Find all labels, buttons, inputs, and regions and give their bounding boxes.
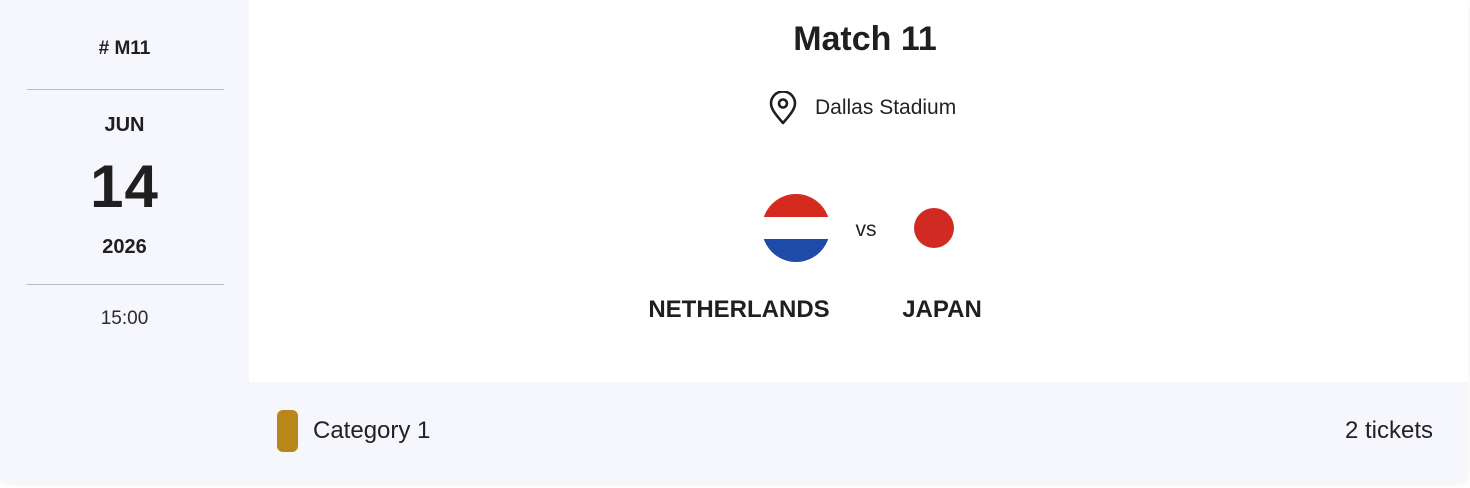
match-ticket-card[interactable]: # M11 JUN 14 2026 15:00 Match 11 Dallas …: [0, 0, 1468, 482]
date-column: # M11 JUN 14 2026 15:00: [0, 0, 249, 482]
match-details: Match 11 Dallas Stadium vs NETHERLANDS J…: [249, 0, 1468, 382]
match-year: 2026: [102, 236, 147, 258]
match-time: 15:00: [100, 308, 149, 329]
location-pin-icon: [769, 91, 797, 125]
match-title: Match 11: [793, 20, 937, 58]
ticket-count: 2 tickets: [1344, 417, 1433, 444]
home-team-name: NETHERLANDS: [648, 296, 830, 323]
match-day: 14: [90, 153, 159, 220]
japan-flag-icon: [900, 194, 968, 262]
match-month: JUN: [104, 114, 145, 136]
vs-label: vs: [855, 218, 877, 241]
match-code: # M11: [98, 38, 151, 59]
venue-name: Dallas Stadium: [815, 96, 957, 119]
divider: [27, 89, 224, 90]
category-label: Category 1: [313, 417, 431, 444]
ticket-footer: Category 1 2 tickets: [249, 382, 1468, 482]
category-color-swatch: [277, 410, 298, 452]
divider: [27, 284, 224, 285]
venue: Dallas Stadium: [767, 91, 956, 125]
netherlands-flag-icon: [762, 194, 830, 262]
away-team-name: JAPAN: [902, 296, 982, 323]
